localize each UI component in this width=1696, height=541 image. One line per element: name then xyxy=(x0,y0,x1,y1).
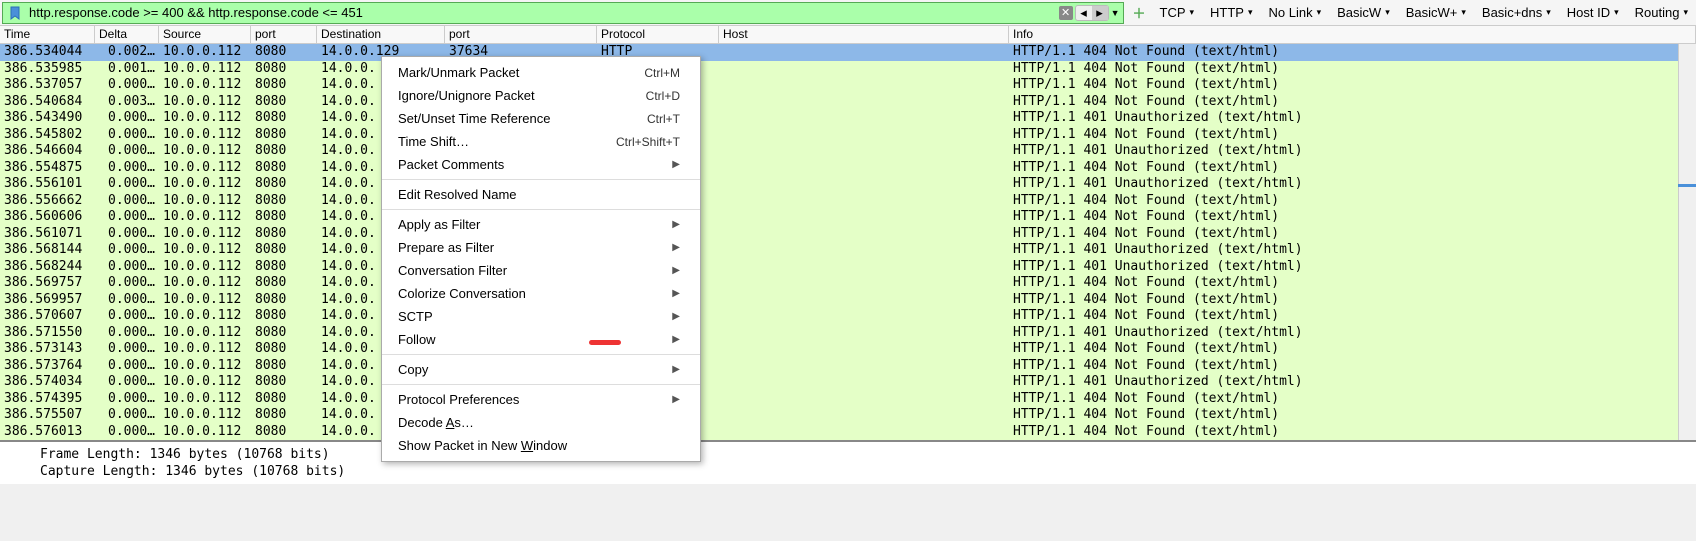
detail-line: Capture Length: 1346 bytes (10768 bits) xyxy=(40,463,1696,480)
packet-row[interactable]: 386.5743950.000…10.0.0.112808014.0.0.HTT… xyxy=(0,391,1678,408)
menu-item-mark-unmark-packet[interactable]: Mark/Unmark PacketCtrl+M xyxy=(382,61,700,84)
clear-filter-icon[interactable]: ✕ xyxy=(1059,6,1073,20)
toolbar-button-http[interactable]: HTTP ▾ xyxy=(1202,2,1260,23)
menu-separator xyxy=(382,179,700,180)
column-header-destination[interactable]: Destination xyxy=(317,26,445,43)
context-menu[interactable]: Mark/Unmark PacketCtrl+MIgnore/Unignore … xyxy=(381,56,701,462)
vertical-scrollbar[interactable] xyxy=(1678,44,1696,440)
packet-list-header[interactable]: Time Delta Source port Destination port … xyxy=(0,26,1696,44)
display-filter-box[interactable]: ✕ ◂▸ ▼ xyxy=(2,2,1124,24)
packet-row[interactable]: 386.5760130.000…10.0.0.112808014.0.0.HTT… xyxy=(0,424,1678,441)
menu-item-conversation-filter[interactable]: Conversation Filter▶ xyxy=(382,259,700,282)
packet-row[interactable]: 386.5740340.000…10.0.0.112808014.0.0.HTT… xyxy=(0,374,1678,391)
bookmark-icon[interactable] xyxy=(7,5,23,21)
packet-row[interactable]: 386.5606060.000…10.0.0.112808014.0.0.HTT… xyxy=(0,209,1678,226)
toolbar-buttons: TCP ▾HTTP ▾No Link ▾BasicW ▾BasicW+ ▾Bas… xyxy=(1152,2,1696,23)
packet-row[interactable]: 386.5737640.000…10.0.0.112808014.0.0.HTT… xyxy=(0,358,1678,375)
column-header-source[interactable]: Source xyxy=(159,26,251,43)
packet-row[interactable]: 386.5755070.000…10.0.0.112808014.0.0.HTT… xyxy=(0,407,1678,424)
packet-row[interactable]: 386.5610710.000…10.0.0.112808014.0.0.HTT… xyxy=(0,226,1678,243)
menu-separator xyxy=(382,384,700,385)
packet-row[interactable]: 386.5699570.000…10.0.0.112808014.0.0.HTT… xyxy=(0,292,1678,309)
packet-row[interactable]: 386.5566620.000…10.0.0.112808014.0.0.HTT… xyxy=(0,193,1678,210)
column-header-time[interactable]: Time xyxy=(0,26,95,43)
toolbar-button-routing[interactable]: Routing ▾ xyxy=(1627,2,1696,23)
scroll-marker xyxy=(1678,184,1696,187)
packet-row[interactable]: 386.5731430.000…10.0.0.112808014.0.0.HTT… xyxy=(0,341,1678,358)
menu-item-copy[interactable]: Copy▶ xyxy=(382,358,700,381)
packet-row[interactable]: 386.5697570.000…10.0.0.112808014.0.0.HTT… xyxy=(0,275,1678,292)
filter-clear-controls[interactable]: ✕ ◂▸ ▼ xyxy=(1059,5,1120,21)
filter-toggle[interactable]: ◂▸ xyxy=(1075,5,1109,21)
display-filter-input[interactable] xyxy=(27,3,1059,22)
packet-row[interactable]: 386.5548750.000…10.0.0.112808014.0.0.HTT… xyxy=(0,160,1678,177)
menu-item-follow[interactable]: Follow▶ xyxy=(382,328,700,351)
menu-item-colorize-conversation[interactable]: Colorize Conversation▶ xyxy=(382,282,700,305)
toolbar-button-basicw-[interactable]: BasicW+ ▾ xyxy=(1398,2,1474,23)
packet-row[interactable]: 386.5466040.000…10.0.0.112808014.0.0.HTT… xyxy=(0,143,1678,160)
menu-item-sctp[interactable]: SCTP▶ xyxy=(382,305,700,328)
annotation-highlight xyxy=(589,340,621,345)
menu-item-decode-as[interactable]: Decode As… xyxy=(382,411,700,434)
menu-item-show-packet-in-new-window[interactable]: Show Packet in New Window xyxy=(382,434,700,457)
packet-row[interactable]: 386.5681440.000…10.0.0.112808014.0.0.HTT… xyxy=(0,242,1678,259)
packet-row[interactable]: 386.5359850.001…10.0.0.112808014.0.0.HTT… xyxy=(0,61,1678,78)
filter-toolbar: ✕ ◂▸ ▼ ＋ TCP ▾HTTP ▾No Link ▾BasicW ▾Bas… xyxy=(0,0,1696,26)
menu-separator xyxy=(382,209,700,210)
column-header-delta[interactable]: Delta xyxy=(95,26,159,43)
column-header-protocol[interactable]: Protocol xyxy=(597,26,719,43)
packet-row[interactable]: 386.5715500.000…10.0.0.112808014.0.0.HTT… xyxy=(0,325,1678,342)
toolbar-button-no-link[interactable]: No Link ▾ xyxy=(1261,2,1330,23)
plus-icon: ＋ xyxy=(1132,3,1145,22)
packet-row[interactable]: 386.5458020.000…10.0.0.112808014.0.0.HTT… xyxy=(0,127,1678,144)
detail-line: Frame Length: 1346 bytes (10768 bits) xyxy=(40,446,1696,463)
column-header-host[interactable]: Host xyxy=(719,26,1009,43)
packet-list[interactable]: 386.5340440.002…10.0.0.112808014.0.0.129… xyxy=(0,44,1678,440)
packet-row[interactable]: 386.5406840.003…10.0.0.112808014.0.0.HTT… xyxy=(0,94,1678,111)
menu-item-packet-comments[interactable]: Packet Comments▶ xyxy=(382,153,700,176)
dropdown-icon[interactable]: ▼ xyxy=(1111,8,1120,18)
toolbar-button-host-id[interactable]: Host ID ▾ xyxy=(1559,2,1627,23)
menu-item-apply-as-filter[interactable]: Apply as Filter▶ xyxy=(382,213,700,236)
menu-item-ignore-unignore-packet[interactable]: Ignore/Unignore PacketCtrl+D xyxy=(382,84,700,107)
column-header-info[interactable]: Info xyxy=(1009,26,1696,43)
packet-row[interactable]: 386.5706070.000…10.0.0.112808014.0.0.HTT… xyxy=(0,308,1678,325)
toolbar-button-basic-dns[interactable]: Basic+dns ▾ xyxy=(1474,2,1559,23)
toolbar-button-tcp[interactable]: TCP ▾ xyxy=(1152,2,1203,23)
column-header-srcport[interactable]: port xyxy=(251,26,317,43)
menu-item-time-shift[interactable]: Time Shift…Ctrl+Shift+T xyxy=(382,130,700,153)
menu-separator xyxy=(382,354,700,355)
packet-row[interactable]: 386.5561010.000…10.0.0.112808014.0.0.HTT… xyxy=(0,176,1678,193)
filter-add[interactable]: ＋ xyxy=(1126,3,1151,22)
menu-item-edit-resolved-name[interactable]: Edit Resolved Name xyxy=(382,183,700,206)
menu-item-set-unset-time-reference[interactable]: Set/Unset Time ReferenceCtrl+T xyxy=(382,107,700,130)
packet-row[interactable]: 386.5434900.000…10.0.0.112808014.0.0.HTT… xyxy=(0,110,1678,127)
packet-details-pane[interactable]: Frame Length: 1346 bytes (10768 bits) Ca… xyxy=(0,440,1696,484)
packet-row[interactable]: 386.5340440.002…10.0.0.112808014.0.0.129… xyxy=(0,44,1678,61)
column-header-dstport[interactable]: port xyxy=(445,26,597,43)
menu-item-protocol-preferences[interactable]: Protocol Preferences▶ xyxy=(382,388,700,411)
packet-row[interactable]: 386.5370570.000…10.0.0.112808014.0.0.HTT… xyxy=(0,77,1678,94)
packet-row[interactable]: 386.5682440.000…10.0.0.112808014.0.0.HTT… xyxy=(0,259,1678,276)
toolbar-button-basicw[interactable]: BasicW ▾ xyxy=(1329,2,1398,23)
menu-item-prepare-as-filter[interactable]: Prepare as Filter▶ xyxy=(382,236,700,259)
